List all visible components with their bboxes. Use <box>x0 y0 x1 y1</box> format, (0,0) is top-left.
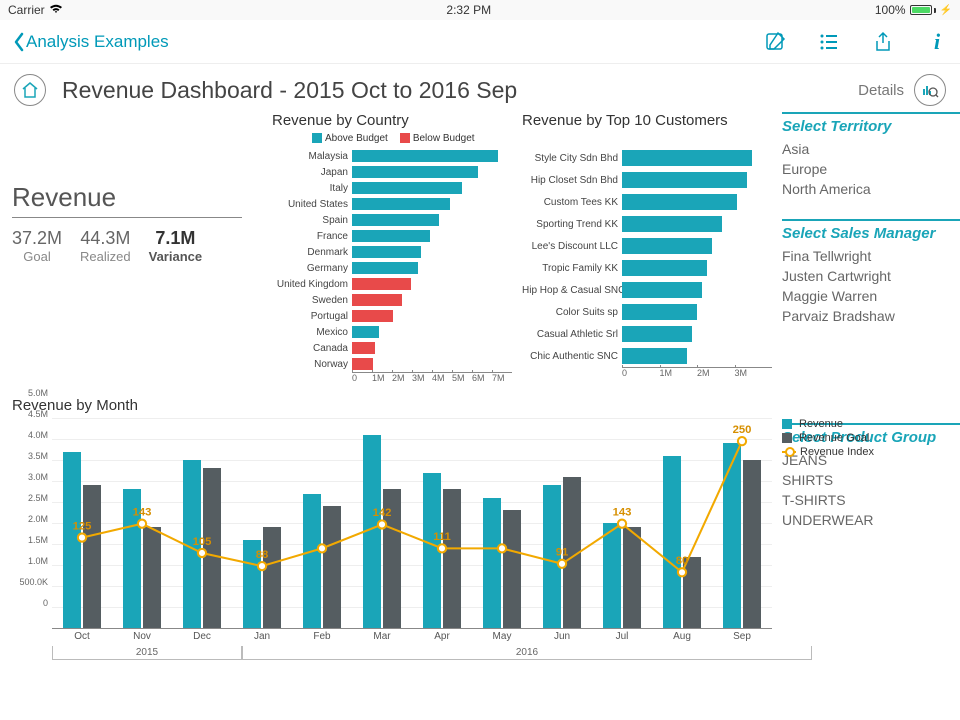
customer-row: Chic Authentic SNC <box>522 345 772 367</box>
title-row: Revenue Dashboard - 2015 Oct to 2016 Sep… <box>0 64 960 112</box>
filters-panel: Select Territory AsiaEuropeNorth America… <box>782 112 960 383</box>
revenue-kpi-block: Revenue 37.2M Goal 44.3M Realized 7.1M V… <box>12 112 262 383</box>
home-button[interactable] <box>14 74 46 106</box>
territory-item[interactable]: Europe <box>782 159 960 179</box>
customer-row: Sporting Trend KK <box>522 213 772 235</box>
charging-icon: ⚡ <box>940 5 952 16</box>
product-item[interactable]: T-SHIRTS <box>782 490 960 510</box>
back-label: Analysis Examples <box>26 32 169 52</box>
month-group <box>652 456 712 628</box>
country-row: Denmark <box>272 244 512 260</box>
product-item[interactable]: UNDERWEAR <box>782 510 960 530</box>
back-button[interactable]: Analysis Examples <box>12 32 169 52</box>
country-row: Germany <box>272 260 512 276</box>
month-group <box>532 477 592 628</box>
country-row: Canada <box>272 340 512 356</box>
monthly-legend: Revenue Revenue Goal Revenue Index <box>782 418 932 460</box>
month-group <box>412 473 472 628</box>
kpi-heading: Revenue <box>12 182 242 218</box>
month-group <box>352 435 412 628</box>
page-title: Revenue Dashboard - 2015 Oct to 2016 Sep <box>62 77 858 104</box>
details-link[interactable]: Details <box>858 82 904 99</box>
territory-item[interactable]: Asia <box>782 139 960 159</box>
battery-icon <box>910 5 936 15</box>
kpi-goal: 37.2M Goal <box>12 228 62 264</box>
chart-search-button[interactable] <box>914 74 946 106</box>
info-icon[interactable]: i <box>926 31 948 53</box>
country-row: United States <box>272 196 512 212</box>
country-row: Japan <box>272 164 512 180</box>
month-group <box>112 489 172 628</box>
filter-sales-manager: Select Sales Manager Fina TellwrightJust… <box>782 219 960 326</box>
month-group <box>172 460 232 628</box>
manager-item[interactable]: Maggie Warren <box>782 286 960 306</box>
chevron-left-icon <box>12 32 26 52</box>
battery-percent: 100% <box>875 3 906 17</box>
customer-row: Tropic Family KK <box>522 257 772 279</box>
customer-row: Hip Hop & Casual SNC <box>522 279 772 301</box>
country-row: Mexico <box>272 324 512 340</box>
chart-revenue-by-country: Revenue by Country Above Budget Below Bu… <box>272 112 512 383</box>
customer-row: Custom Tees KK <box>522 191 772 213</box>
customer-row: Style City Sdn Bhd <box>522 147 772 169</box>
territory-item[interactable]: North America <box>782 179 960 199</box>
month-group <box>232 527 292 628</box>
customer-row: Casual Athletic Srl <box>522 323 772 345</box>
country-row: France <box>272 228 512 244</box>
country-row: Spain <box>272 212 512 228</box>
manager-item[interactable]: Parvaiz Bradshaw <box>782 306 960 326</box>
home-icon <box>21 81 39 99</box>
nav-bar: Analysis Examples i <box>0 20 960 64</box>
country-row: Sweden <box>272 292 512 308</box>
filter-territory: Select Territory AsiaEuropeNorth America <box>782 112 960 199</box>
customer-row: Hip Closet Sdn Bhd <box>522 169 772 191</box>
manager-item[interactable]: Justen Cartwright <box>782 266 960 286</box>
chart-magnify-icon <box>921 81 939 99</box>
month-group <box>52 452 112 628</box>
list-icon[interactable] <box>818 31 840 53</box>
product-item[interactable]: SHIRTS <box>782 470 960 490</box>
clock: 2:32 PM <box>446 3 491 17</box>
kpi-variance: 7.1M Variance <box>149 228 203 264</box>
country-row: Portugal <box>272 308 512 324</box>
customer-row: Lee's Discount LLC <box>522 235 772 257</box>
month-group <box>472 498 532 628</box>
status-bar: Carrier 2:32 PM 100% ⚡ <box>0 0 960 20</box>
kpi-realized: 44.3M Realized <box>80 228 131 264</box>
customer-row: Color Suits sp <box>522 301 772 323</box>
chart-revenue-by-month: Revenue by Month 0500.0K1.0M1.5M2.0M2.5M… <box>12 397 772 658</box>
manager-item[interactable]: Fina Tellwright <box>782 246 960 266</box>
country-row: Italy <box>272 180 512 196</box>
country-row: Malaysia <box>272 148 512 164</box>
compose-icon[interactable] <box>764 31 786 53</box>
month-group <box>712 443 772 628</box>
month-group <box>292 494 352 628</box>
wifi-icon <box>49 3 63 17</box>
carrier-label: Carrier <box>8 3 45 17</box>
month-group <box>592 523 652 628</box>
country-row: United Kingdom <box>272 276 512 292</box>
share-icon[interactable] <box>872 31 894 53</box>
chart-revenue-by-customers: Revenue by Top 10 Customers Style City S… <box>522 112 772 383</box>
